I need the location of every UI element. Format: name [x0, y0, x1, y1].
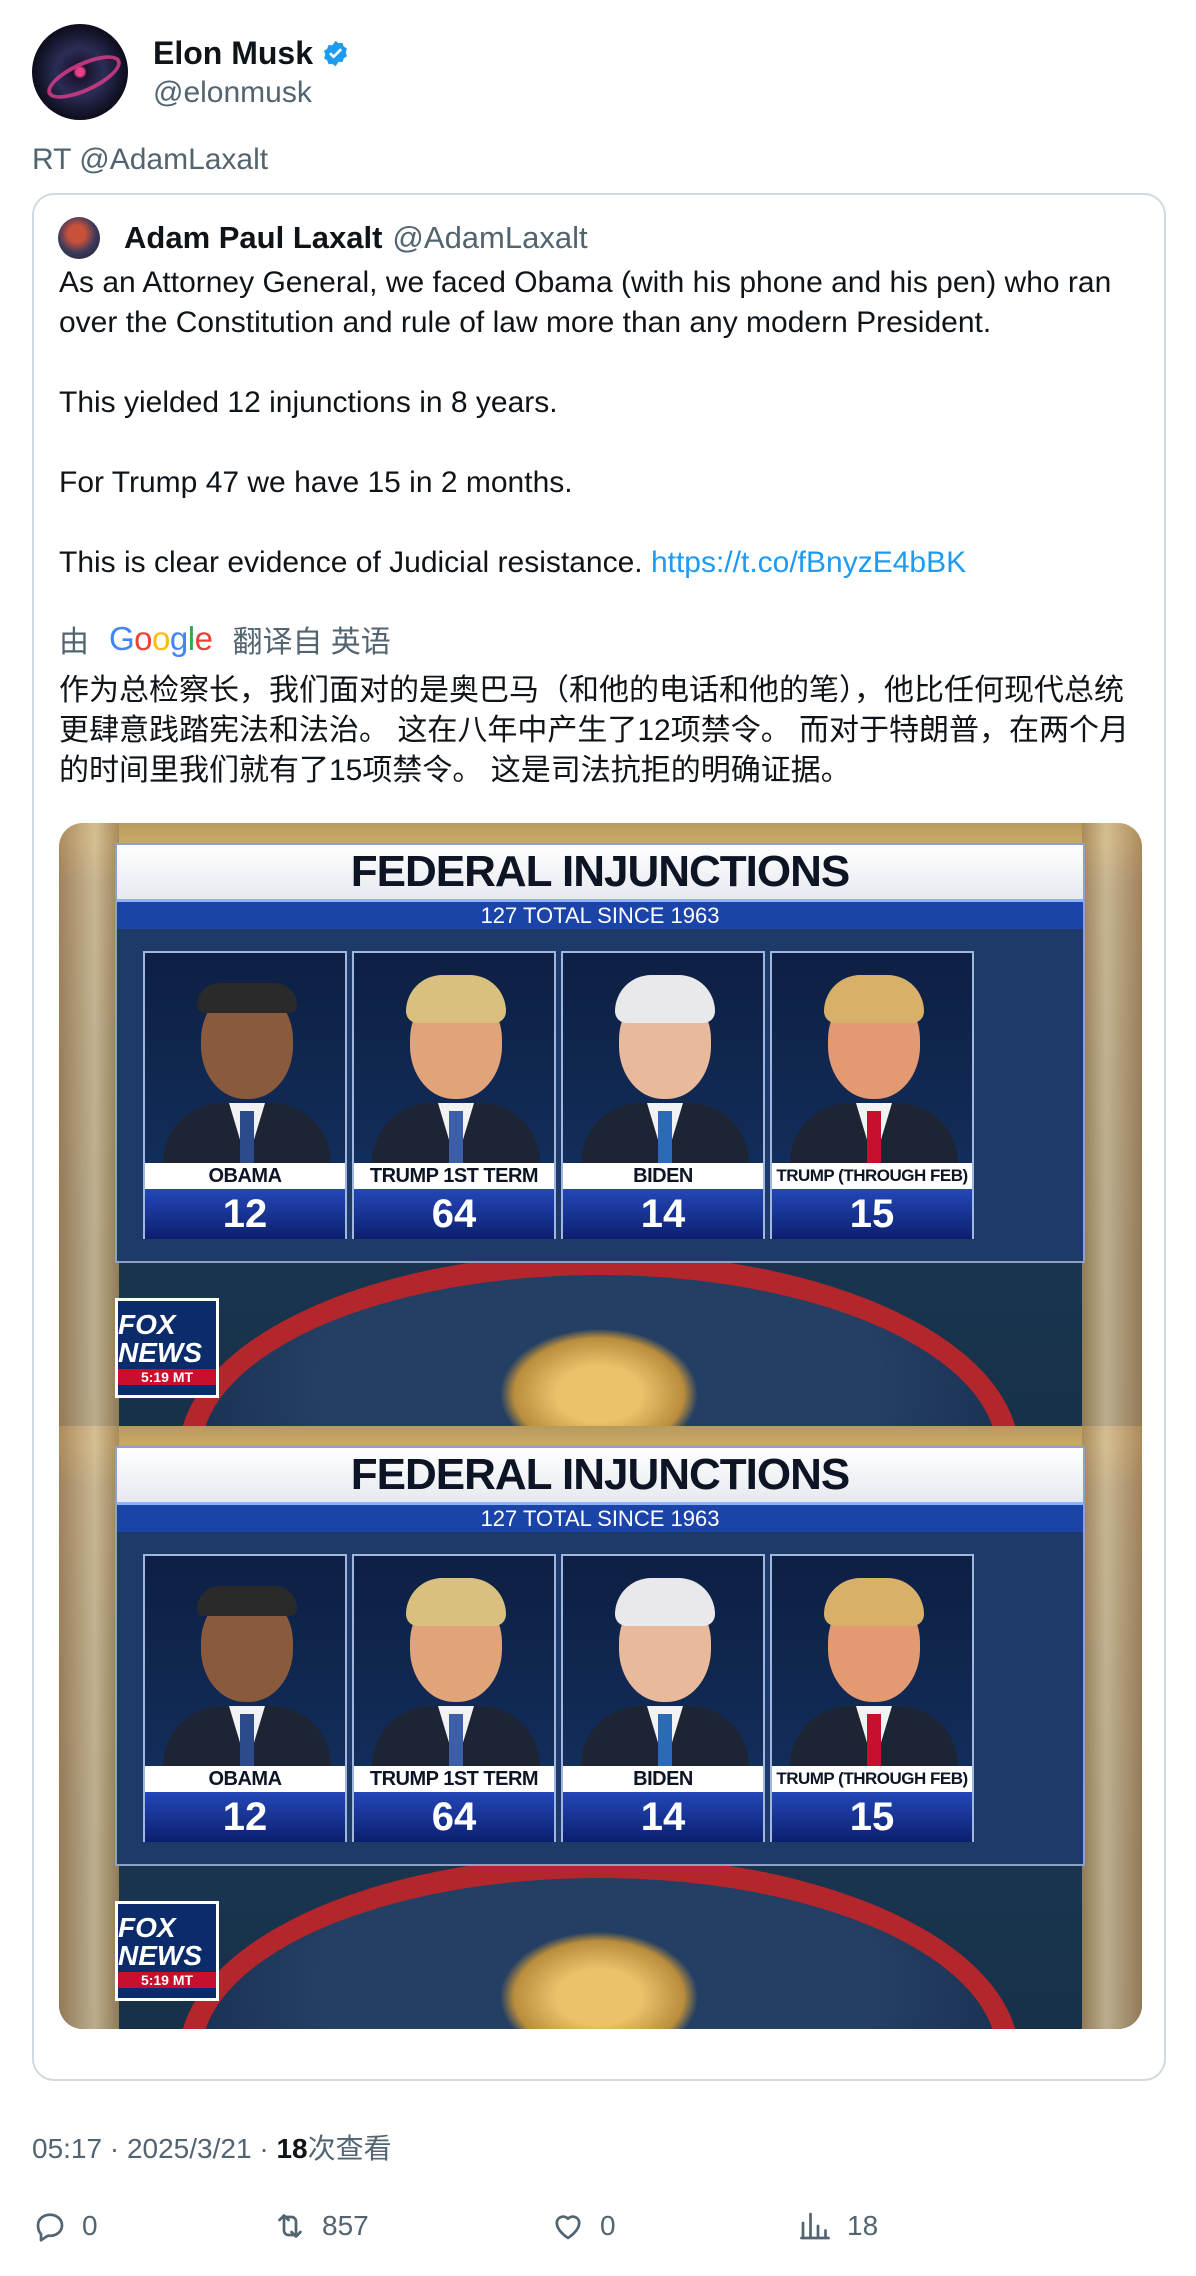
card-name: BIDEN	[563, 1766, 763, 1792]
author-handle[interactable]: @elonmusk	[153, 76, 350, 110]
card-name: TRUMP (THROUGH FEB)	[772, 1766, 972, 1792]
president-portrait	[145, 953, 345, 1163]
quoted-tweet-text: As an Attorney General, we faced Obama (…	[59, 263, 1149, 583]
card-count: 14	[563, 1189, 763, 1239]
card-count: 15	[772, 1792, 972, 1842]
injunctions-graphic: FEDERAL INJUNCTIONS 127 TOTAL SINCE 1963…	[115, 1446, 1085, 1866]
card-count: 12	[145, 1792, 345, 1842]
president-portrait	[772, 953, 972, 1163]
tweet-link[interactable]: https://t.co/fBnyzE4bBK	[651, 546, 966, 579]
google-logo-icon: Google	[109, 620, 213, 657]
network-logo-text: FOX NEWS	[118, 1309, 202, 1368]
verified-badge-icon	[324, 40, 347, 66]
translation-prefix: 由	[59, 626, 89, 659]
network-logo-text: FOX NEWS	[118, 1912, 202, 1971]
translated-text: 作为总检察长，我们面对的是奥巴马（和他的电话和他的笔），他比任何现代总统更肆意践…	[59, 674, 1130, 787]
card-count: 64	[354, 1189, 554, 1239]
tweet-paragraph: As an Attorney General, we faced Obama (…	[59, 266, 1112, 339]
action-bar: 0 857 0 18	[32, 2208, 1166, 2256]
heart-icon	[555, 2215, 581, 2240]
retweet-icon	[278, 2214, 302, 2238]
card-count: 14	[563, 1792, 763, 1842]
president-card: BIDEN 14	[561, 1554, 765, 1842]
author-name-block: Elon Musk @elonmusk	[153, 35, 350, 110]
president-portrait	[145, 1556, 345, 1766]
president-card: OBAMA 12	[143, 1554, 347, 1842]
tweet-header: Elon Musk @elonmusk	[32, 23, 350, 121]
tweet-date[interactable]: 2025/3/21	[127, 2133, 252, 2164]
translation-suffix: 翻译自 英语	[232, 626, 391, 659]
president-card: BIDEN 14	[561, 951, 765, 1239]
card-count: 64	[354, 1792, 554, 1842]
reply-count: 0	[82, 2210, 98, 2241]
author-display-name[interactable]: Elon Musk	[153, 35, 313, 72]
president-portrait	[563, 1556, 763, 1766]
reply-icon	[36, 2213, 64, 2242]
analytics-icon	[800, 2212, 830, 2240]
president-portrait	[354, 953, 554, 1163]
retweet-button[interactable]: 857	[272, 2208, 369, 2244]
president-portrait	[563, 953, 763, 1163]
tweet-timestamp: 05:17 · 2025/3/21 · 18次查看	[32, 2133, 392, 2164]
president-card: TRUMP 1ST TERM 64	[352, 951, 556, 1239]
views-label: 次查看	[307, 2133, 392, 2164]
network-time: 5:19 MT	[118, 1972, 216, 1988]
views-button[interactable]: 18	[797, 2208, 878, 2244]
card-name: BIDEN	[563, 1163, 763, 1189]
president-portrait	[772, 1556, 972, 1766]
like-button[interactable]: 0	[550, 2208, 616, 2244]
president-card: TRUMP (THROUGH FEB) 15	[770, 1554, 974, 1842]
tweet-paragraph: This yielded 12 injunctions in 8 years.	[59, 386, 558, 419]
media-image[interactable]: FEDERAL INJUNCTIONS 127 TOTAL SINCE 1963…	[59, 823, 1142, 1426]
views-action-count: 18	[847, 2210, 879, 2241]
card-name: TRUMP 1ST TERM	[354, 1163, 554, 1189]
author-name-row: Elon Musk	[153, 35, 350, 72]
graphic-subtitle: 127 TOTAL SINCE 1963	[117, 899, 1083, 929]
retweet-line: RT @AdamLaxalt	[32, 143, 269, 176]
graphic-title: FEDERAL INJUNCTIONS	[117, 1448, 1083, 1502]
card-name: TRUMP (THROUGH FEB)	[772, 1163, 972, 1189]
fox-news-logo: FOX NEWS 5:19 MT	[115, 1901, 219, 2001]
card-count: 15	[772, 1189, 972, 1239]
quoted-tweet-card[interactable]: Adam Paul Laxalt @AdamLaxalt As an Attor…	[32, 193, 1166, 2081]
president-portrait	[354, 1556, 554, 1766]
reply-button[interactable]: 0	[32, 2208, 98, 2244]
views-count: 18	[276, 2133, 308, 2164]
injunctions-graphic: FEDERAL INJUNCTIONS 127 TOTAL SINCE 1963…	[115, 843, 1085, 1263]
retweet-count: 857	[322, 2210, 369, 2241]
card-name: OBAMA	[145, 1766, 345, 1792]
media-image[interactable]: FEDERAL INJUNCTIONS 127 TOTAL SINCE 1963…	[59, 1426, 1142, 2029]
network-time: 5:19 MT	[118, 1369, 216, 1385]
president-card: TRUMP 1ST TERM 64	[352, 1554, 556, 1842]
tweet-paragraph: This is clear evidence of Judicial resis…	[59, 546, 643, 579]
tweet-paragraph: For Trump 47 we have 15 in 2 months.	[59, 466, 573, 499]
tweet-paragraph-last: This is clear evidence of Judicial resis…	[59, 543, 1149, 583]
card-count: 12	[145, 1189, 345, 1239]
author-avatar[interactable]	[32, 24, 128, 120]
tweet-media[interactable]: FEDERAL INJUNCTIONS 127 TOTAL SINCE 1963…	[59, 823, 1142, 2029]
tweet-time[interactable]: 05:17	[32, 2133, 102, 2164]
quoted-author-name[interactable]: Adam Paul Laxalt	[124, 220, 382, 256]
graphic-subtitle: 127 TOTAL SINCE 1963	[117, 1502, 1083, 1532]
president-card: TRUMP (THROUGH FEB) 15	[770, 951, 974, 1239]
fox-news-logo: FOX NEWS 5:19 MT	[115, 1298, 219, 1398]
card-name: OBAMA	[145, 1163, 345, 1189]
quoted-author-avatar[interactable]	[58, 217, 100, 259]
quoted-author-handle[interactable]: @AdamLaxalt	[392, 220, 587, 256]
translation-attribution[interactable]: 由 Google 翻译自 英语	[59, 617, 391, 661]
like-count: 0	[600, 2210, 616, 2241]
president-card: OBAMA 12	[143, 951, 347, 1239]
graphic-title: FEDERAL INJUNCTIONS	[117, 845, 1083, 899]
quoted-tweet-header: Adam Paul Laxalt @AdamLaxalt	[58, 217, 588, 259]
card-name: TRUMP 1ST TERM	[354, 1766, 554, 1792]
